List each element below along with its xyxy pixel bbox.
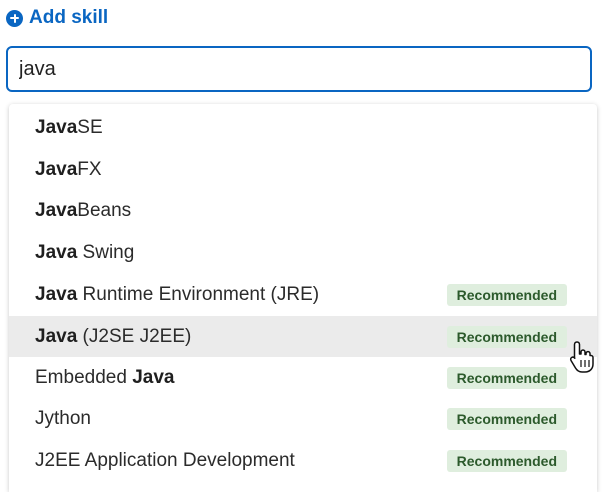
suggestion-item[interactable]: JavaSE bbox=[9, 107, 597, 148]
skill-suggestions-dropdown: JavaSE JavaFX JavaBeans Java Swing Java … bbox=[9, 104, 597, 492]
recommended-badge: Recommended bbox=[446, 325, 567, 348]
plus-circle-icon bbox=[6, 9, 23, 27]
suggestion-label: J2EE Application Development bbox=[35, 449, 295, 471]
recommended-badge: Recommended bbox=[446, 407, 567, 430]
recommended-badge: Recommended bbox=[446, 366, 567, 389]
suggestion-label: Java Runtime Environment (JRE) bbox=[35, 283, 320, 305]
suggestion-item-highlighted[interactable]: Java (J2SE J2EE) Recommended bbox=[9, 316, 597, 357]
suggestion-label: JavaSE bbox=[35, 116, 103, 138]
add-skill-button[interactable]: Add skill bbox=[6, 7, 108, 29]
recommended-badge: Recommended bbox=[446, 283, 567, 306]
skill-search-input[interactable] bbox=[19, 57, 590, 81]
suggestion-label: JavaBeans bbox=[35, 199, 132, 221]
add-skill-label: Add skill bbox=[29, 7, 109, 28]
suggestion-item[interactable]: Java Runtime Environment (JRE) Recommend… bbox=[9, 274, 597, 315]
suggestion-label: JavaFX bbox=[35, 158, 102, 180]
suggestion-item[interactable]: Embedded Java Recommended bbox=[9, 357, 597, 398]
suggestion-item[interactable]: Java Swing bbox=[9, 232, 597, 273]
skill-search-field[interactable] bbox=[6, 46, 592, 92]
hand-pointer-icon bbox=[569, 341, 594, 373]
suggestion-label: Embedded Java bbox=[35, 366, 175, 388]
suggestion-label: Java Swing bbox=[35, 241, 135, 263]
suggestion-item[interactable]: JavaBeans bbox=[9, 190, 597, 231]
suggestion-item[interactable]: J2EE Application Development Recommended bbox=[9, 440, 597, 481]
suggestion-label: Jython bbox=[35, 407, 91, 429]
suggestion-item[interactable]: Jython Recommended bbox=[9, 398, 597, 439]
recommended-badge: Recommended bbox=[446, 449, 567, 472]
suggestion-label: Java (J2SE J2EE) bbox=[35, 325, 192, 347]
suggestion-item[interactable]: JavaFX bbox=[9, 149, 597, 190]
